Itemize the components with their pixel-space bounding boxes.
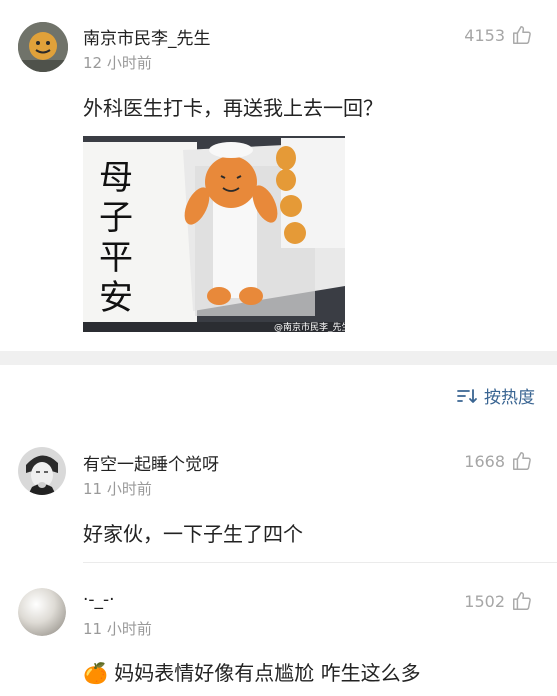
sort-icon	[457, 388, 477, 403]
section-divider	[0, 351, 557, 365]
sort-label: 按热度	[484, 388, 535, 408]
post-like-button[interactable]: 4153	[464, 24, 533, 46]
comment-like-button[interactable]: 1668	[464, 450, 533, 472]
comment-separator	[83, 562, 557, 563]
comment-avatar[interactable]	[18, 588, 66, 636]
comment-time: 11 小时前	[83, 480, 152, 498]
thumb-up-icon	[513, 592, 531, 610]
comment-content: 🍊 妈妈表情好像有点尴尬 咋生这么多	[83, 657, 421, 686]
comment-avatar[interactable]	[18, 447, 66, 495]
post-content: 外科医生打卡，再送我上去一回？	[83, 96, 383, 120]
comment-time: 11 小时前	[83, 620, 152, 638]
comment-like-button[interactable]: 1502	[464, 590, 533, 612]
sort-button[interactable]: 按热度	[456, 383, 535, 408]
like-count: 4153	[464, 25, 505, 45]
post-username[interactable]: 南京市民李_先生	[83, 24, 211, 49]
thumb-up-icon	[513, 26, 531, 44]
like-count: 1502	[464, 591, 505, 611]
note-text: 母子平安	[99, 158, 133, 318]
post-image[interactable]: 母子平安	[83, 136, 345, 332]
comment-username[interactable]: ·-_-·	[83, 590, 115, 610]
comment-username[interactable]: 有空一起睡个觉呀	[83, 450, 219, 475]
comment-content: 好家伙，一下子生了四个	[83, 522, 303, 546]
orange-emoji: 🍊	[83, 661, 108, 685]
post-avatar[interactable]	[18, 22, 68, 72]
like-count: 1668	[464, 451, 505, 471]
comment-text: 妈妈表情好像有点尴尬 咋生这么多	[114, 661, 421, 685]
thumb-up-icon	[513, 452, 531, 470]
image-watermark: @南京市民李_先生	[274, 323, 351, 333]
post-time: 12 小时前	[83, 54, 152, 72]
